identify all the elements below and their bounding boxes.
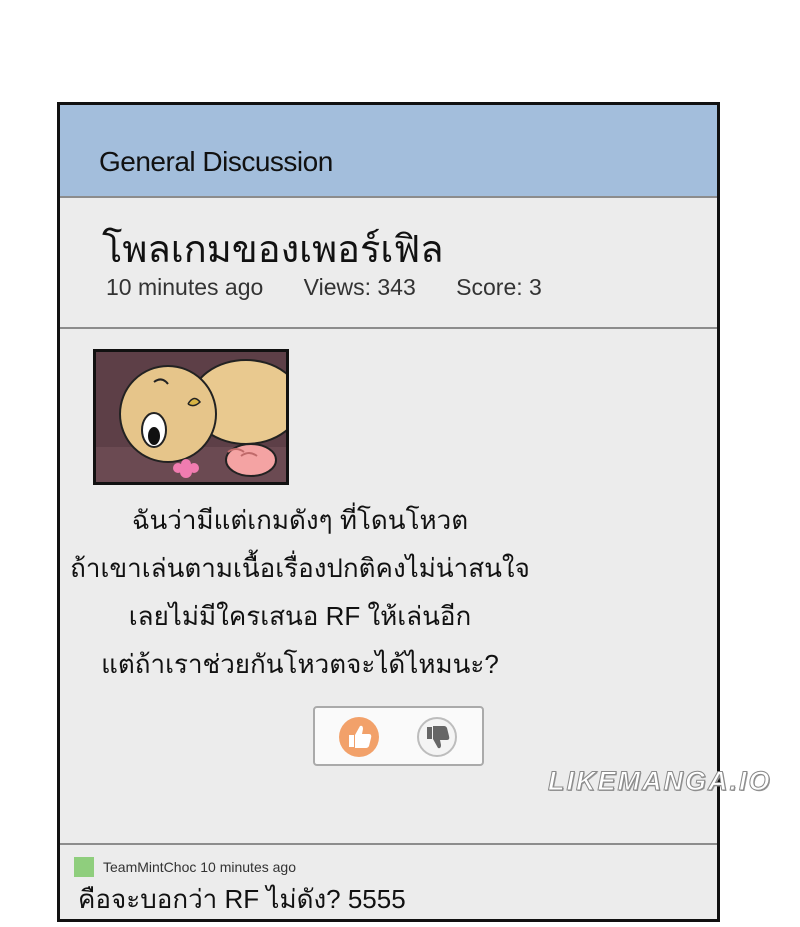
- post-header: โพลเกมของเพอร์เฟิล 10 minutes ago Views:…: [60, 198, 717, 329]
- post-meta: 10 minutes ago Views: 343 Score: 3: [106, 274, 576, 301]
- thumbs-down-icon: [427, 726, 450, 749]
- downvote-button[interactable]: [417, 717, 457, 757]
- section-title: General Discussion: [99, 146, 333, 177]
- post-time: 10 minutes ago: [106, 274, 264, 300]
- post-image[interactable]: [93, 349, 289, 485]
- avatar[interactable]: [74, 857, 94, 877]
- post-score: Score: 3: [456, 274, 542, 300]
- post-text-line: แต่ถ้าเราช่วยกันโหวตจะได้ไหมนะ?: [101, 649, 499, 679]
- watermark: LIKEMANGA.IO: [548, 766, 772, 797]
- post-text-line: เลยไม่มีใครเสนอ RF ให้เล่นอีก: [128, 601, 472, 631]
- vote-box: [313, 706, 484, 766]
- forum-header: General Discussion: [60, 105, 717, 198]
- post-text: ฉันว่ามีแต่เกมดังๆ ที่โดนโหวต ถ้าเขาเล่น…: [60, 496, 540, 688]
- post-title[interactable]: โพลเกมของเพอร์เฟิล: [102, 218, 444, 279]
- comment-author-time: TeamMintChoc 10 minutes ago: [103, 859, 296, 875]
- comment-item: TeamMintChoc 10 minutes ago คือจะบอกว่า …: [60, 843, 717, 927]
- post-views: Views: 343: [303, 274, 416, 300]
- forum-panel: General Discussion โพลเกมของเพอร์เฟิล 10…: [57, 102, 720, 922]
- post-text-line: ถ้าเขาเล่นตามเนื้อเรื่องปกติคงไม่น่าสนใจ: [70, 553, 530, 583]
- cartoon-character-image: [96, 352, 286, 482]
- post-text-line: ฉันว่ามีแต่เกมดังๆ ที่โดนโหวต: [131, 505, 469, 535]
- thumbs-up-icon: [349, 725, 372, 748]
- upvote-button[interactable]: [339, 717, 379, 757]
